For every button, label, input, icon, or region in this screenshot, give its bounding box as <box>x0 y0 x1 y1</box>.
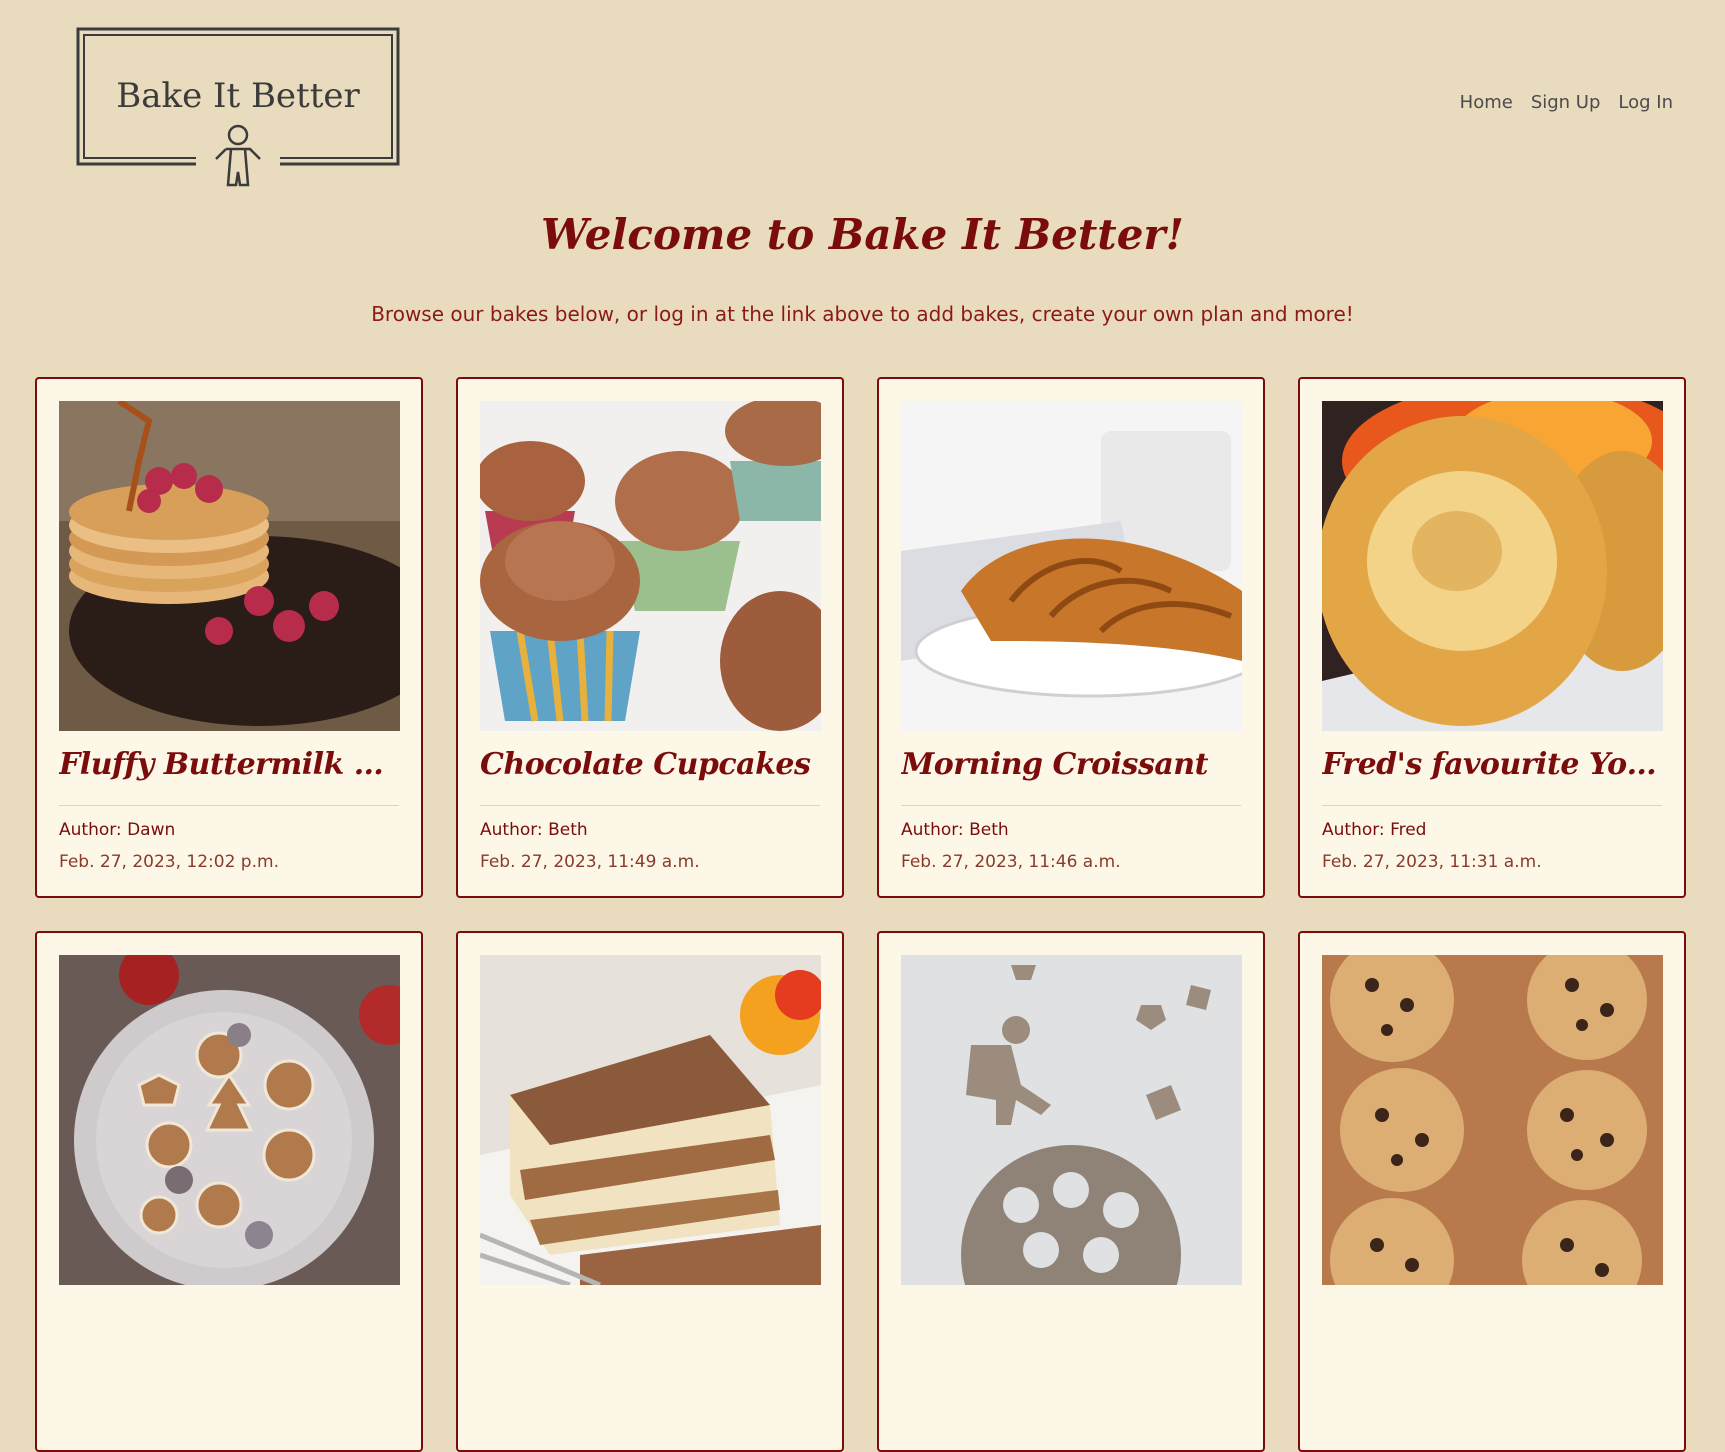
bakes-grid: Fluffy Buttermilk Panc... Author: Dawn F… <box>35 377 1687 1452</box>
bake-date: Feb. 27, 2023, 11:49 a.m. <box>480 852 700 872</box>
nav-signup-link[interactable]: Sign Up <box>1531 92 1601 113</box>
bake-date: Feb. 27, 2023, 12:02 p.m. <box>59 852 279 872</box>
page-subtitle: Browse our bakes below, or log in at the… <box>371 302 1354 326</box>
nav-login-link[interactable]: Log In <box>1618 92 1673 113</box>
bake-image <box>901 955 1242 1285</box>
main-nav: Home Sign Up Log In <box>1460 92 1673 113</box>
bake-image <box>480 401 821 731</box>
card-divider <box>59 805 399 806</box>
bake-title[interactable]: Chocolate Cupcakes <box>480 743 820 787</box>
bake-image <box>59 955 400 1285</box>
card-divider <box>901 805 1241 806</box>
card-divider <box>1322 805 1662 806</box>
card-divider <box>480 805 820 806</box>
bake-author: Author: Fred <box>1322 820 1427 840</box>
bake-title[interactable]: Fluffy Buttermilk Panc... <box>59 743 399 787</box>
bake-card[interactable]: Chocolate Cupcakes Author: Beth Feb. 27,… <box>456 377 844 898</box>
bake-card[interactable] <box>456 931 844 1452</box>
bake-date: Feb. 27, 2023, 11:46 a.m. <box>901 852 1121 872</box>
bake-card[interactable] <box>877 931 1265 1452</box>
bake-image <box>480 955 821 1285</box>
bake-title[interactable]: Fred's favourite Yorksh... <box>1322 743 1662 787</box>
brand-logo[interactable]: Bake It Better <box>76 27 400 189</box>
brand-name: Bake It Better <box>116 76 360 116</box>
bake-author: Author: Beth <box>480 820 588 840</box>
bake-date: Feb. 27, 2023, 11:31 a.m. <box>1322 852 1542 872</box>
bake-author: Author: Beth <box>901 820 1009 840</box>
bake-card[interactable]: Morning Croissant Author: Beth Feb. 27, … <box>877 377 1265 898</box>
bake-image <box>901 401 1242 731</box>
bake-card[interactable]: Fred's favourite Yorksh... Author: Fred … <box>1298 377 1686 898</box>
bake-card[interactable]: Fluffy Buttermilk Panc... Author: Dawn F… <box>35 377 423 898</box>
bake-title[interactable]: Morning Croissant <box>901 743 1241 787</box>
bake-image <box>1322 955 1663 1285</box>
bake-author: Author: Dawn <box>59 820 176 840</box>
bake-card[interactable] <box>1298 931 1686 1452</box>
page-title: Welcome to Bake It Better! <box>541 210 1184 259</box>
bake-image <box>1322 401 1663 731</box>
bake-image <box>59 401 400 731</box>
bake-card[interactable] <box>35 931 423 1452</box>
nav-home-link[interactable]: Home <box>1460 92 1513 113</box>
